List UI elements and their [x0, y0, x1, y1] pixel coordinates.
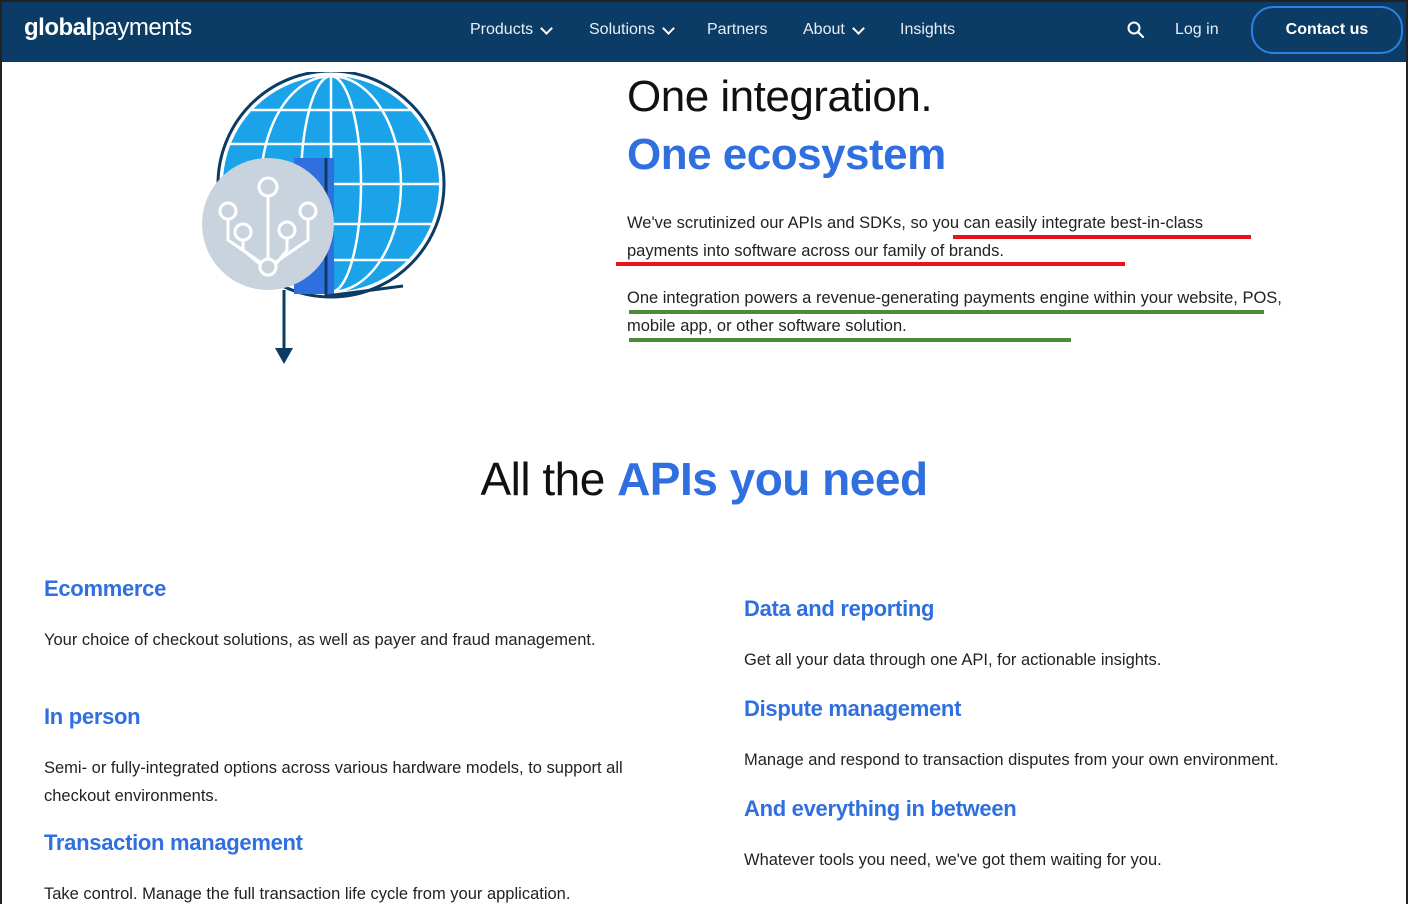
hero-title-line1: One integration. [627, 72, 933, 121]
nav-item-about[interactable]: About [803, 21, 865, 39]
apis-title-plain: All the [480, 453, 618, 505]
nav-item-products[interactable]: Products [470, 21, 554, 39]
feature-text-ecommerce: Your choice of checkout solutions, as we… [44, 631, 596, 649]
feature-text-dispute-management: Manage and respond to transaction disput… [744, 751, 1279, 769]
chevron-down-icon [851, 21, 865, 35]
hero-title-line2: One ecosystem [627, 130, 946, 179]
nav-item-partners[interactable]: Partners [707, 21, 767, 39]
green-highlight-underline [629, 310, 1264, 314]
feature-heading-data-reporting[interactable]: Data and reporting [744, 596, 934, 622]
logo-light-text: payments [91, 14, 193, 41]
top-navigation-bar: globalpayments Products Solutions Partne… [0, 0, 1408, 62]
feature-heading-transaction-management[interactable]: Transaction management [44, 830, 303, 856]
feature-text-everything-in-between: Whatever tools you need, we've got them … [744, 851, 1162, 869]
globe-integration-illustration [202, 72, 446, 364]
feature-heading-dispute-management[interactable]: Dispute management [744, 696, 961, 722]
red-highlight-underline [953, 235, 1251, 239]
nav-item-solutions[interactable]: Solutions [589, 21, 675, 39]
red-highlight-underline [616, 262, 1125, 266]
login-link[interactable]: Log in [1175, 21, 1219, 39]
apis-section-title: All the APIs you need [0, 452, 1408, 506]
feature-heading-ecommerce[interactable]: Ecommerce [44, 576, 166, 602]
feature-text-data-reporting: Get all your data through one API, for a… [744, 651, 1162, 669]
nav-item-label: About [803, 21, 845, 38]
chevron-down-icon [661, 21, 675, 35]
nav-item-label: Partners [707, 21, 768, 38]
chevron-down-icon [540, 21, 554, 35]
feature-text-transaction-management: Take control. Manage the full transactio… [44, 885, 571, 903]
globalpayments-logo[interactable]: globalpayments [24, 14, 192, 42]
nav-item-insights[interactable]: Insights [900, 21, 955, 39]
nav-item-label: Products [470, 21, 534, 38]
feature-text-in-person: Semi- or fully-integrated options across… [44, 759, 623, 805]
logo-bold-text: global [24, 14, 92, 41]
nav-item-label: Solutions [589, 21, 655, 38]
nav-item-label: Insights [900, 21, 956, 38]
feature-heading-everything-in-between[interactable]: And everything in between [744, 796, 1017, 822]
feature-heading-in-person[interactable]: In person [44, 704, 141, 730]
green-highlight-underline [629, 338, 1071, 342]
contact-us-button[interactable]: Contact us [1251, 6, 1403, 54]
search-icon[interactable] [1126, 20, 1146, 40]
apis-title-accent: APIs you need [617, 453, 928, 505]
